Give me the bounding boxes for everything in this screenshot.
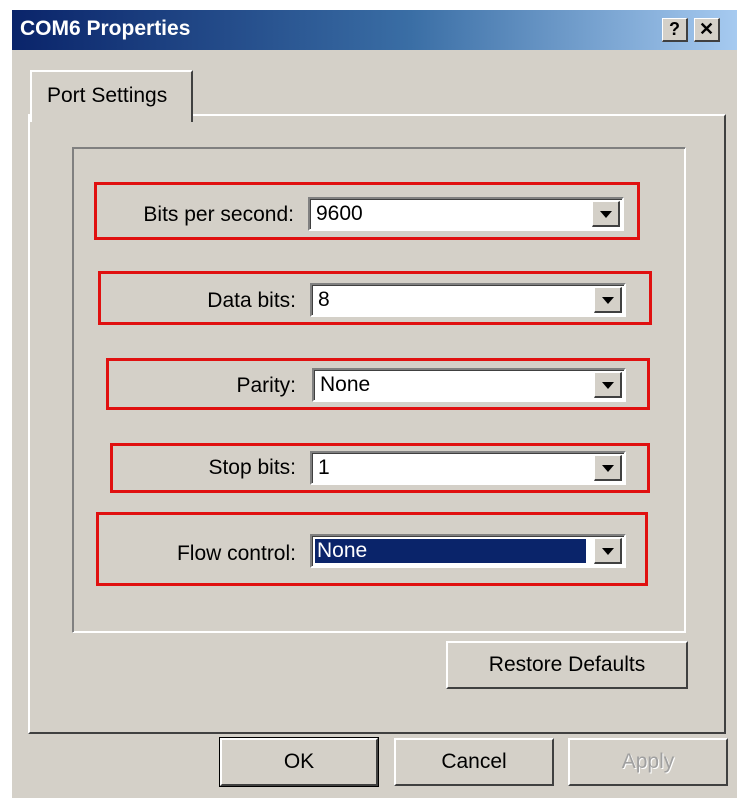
flow-control-value: None (315, 539, 586, 563)
chevron-down-icon[interactable] (594, 372, 622, 398)
tab-label: Port Settings (47, 84, 168, 107)
chevron-down-icon[interactable] (594, 538, 622, 564)
apply-button[interactable]: Apply (568, 738, 728, 786)
bits-per-second-select[interactable]: 9600 (308, 197, 624, 231)
data-bits-select[interactable]: 8 (310, 283, 626, 317)
help-button[interactable]: ? (662, 18, 688, 42)
tab-port-settings[interactable]: Port Settings (30, 70, 193, 122)
chevron-down-icon[interactable] (594, 455, 622, 481)
bits-per-second-value: 9600 (316, 202, 363, 225)
close-button[interactable]: ✕ (694, 18, 720, 42)
chevron-down-icon[interactable] (592, 201, 620, 227)
parity-value: None (320, 373, 371, 396)
flow-control-select[interactable]: None (310, 534, 626, 568)
properties-dialog: COM6 Properties ? ✕ Port Settings Bits p… (12, 10, 737, 798)
stop-bits-select[interactable]: 1 (310, 451, 626, 485)
data-bits-value: 8 (318, 288, 330, 311)
cancel-button[interactable]: Cancel (394, 738, 554, 786)
window-title: COM6 Properties (20, 17, 191, 40)
chevron-down-icon[interactable] (594, 287, 622, 313)
restore-defaults-button[interactable]: Restore Defaults (446, 641, 688, 689)
bits-per-second-label: Bits per second: (143, 203, 294, 226)
ok-button[interactable]: OK (219, 737, 379, 787)
stop-bits-value: 1 (318, 456, 330, 479)
parity-label: Parity: (236, 374, 296, 397)
title-bar[interactable]: COM6 Properties ? ✕ (12, 10, 737, 50)
data-bits-label: Data bits: (207, 289, 296, 312)
parity-select[interactable]: None (312, 368, 626, 402)
flow-control-label: Flow control: (176, 542, 296, 565)
stop-bits-label: Stop bits: (208, 456, 296, 479)
